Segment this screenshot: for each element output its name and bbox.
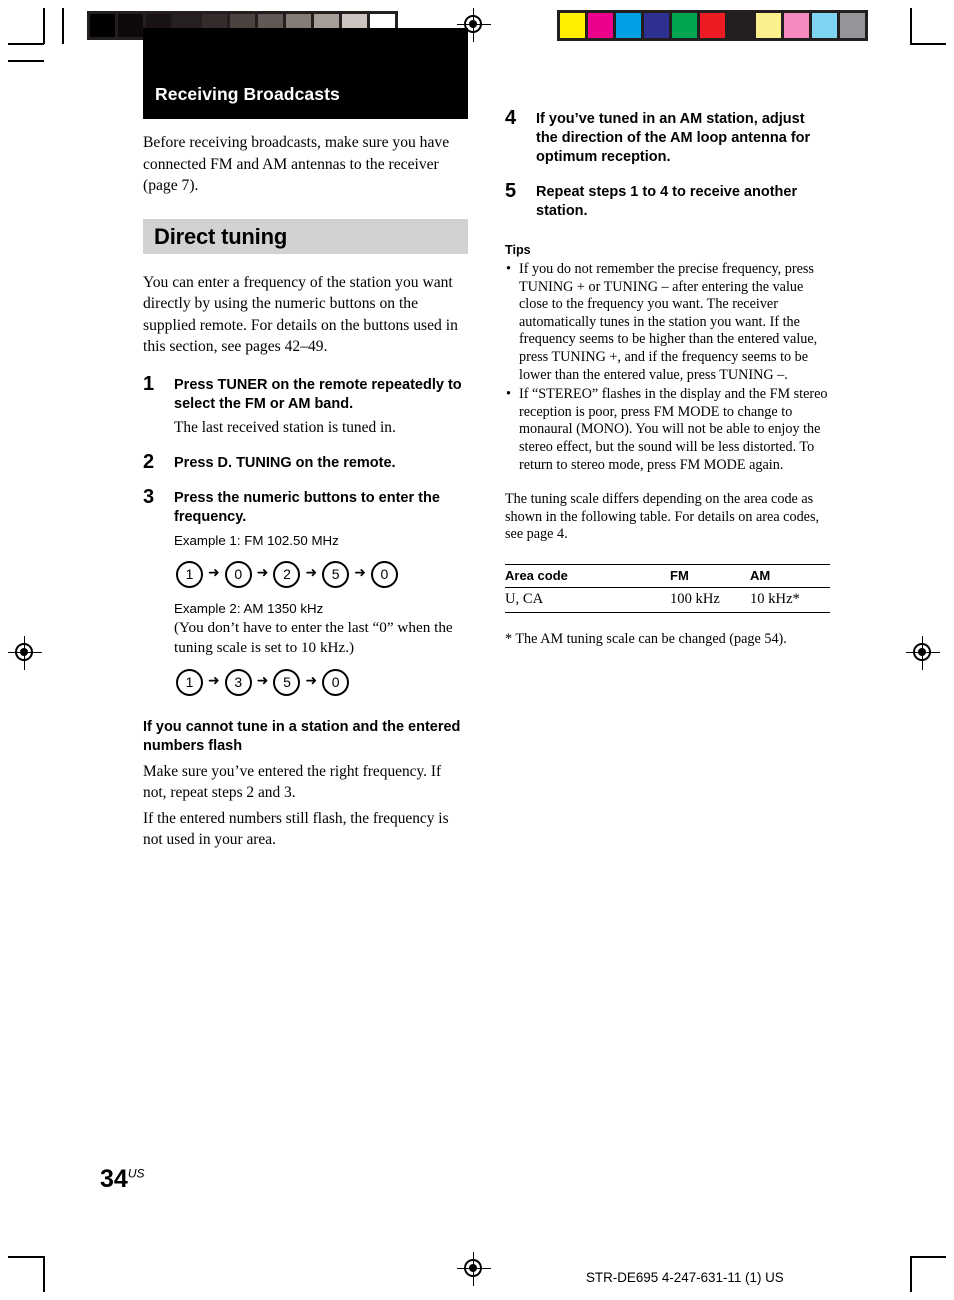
numeric-key-3: 3	[224, 668, 252, 696]
manual-page: Receiving Broadcasts Before receiving br…	[0, 0, 954, 1300]
step-5-number: 5	[505, 180, 517, 202]
step-4-number: 4	[505, 107, 517, 129]
tips-heading: Tips	[505, 243, 531, 257]
section-heading-direct-tuning: Direct tuning	[143, 218, 468, 254]
step-3-number: 3	[143, 485, 155, 508]
table-cell-am: 10 kHz*	[750, 587, 830, 613]
step-4-title: If you’ve tuned in an AM station, adjust…	[536, 111, 811, 165]
step-1: 1 Press TUNER on the remote repeatedly t…	[143, 372, 468, 438]
numeric-key-1: 1	[176, 668, 203, 696]
tip-item: If “STEREO” flashes in the display and t…	[505, 386, 830, 474]
numeric-key-2: 2	[273, 560, 301, 588]
arrow-icon: ➜	[305, 673, 318, 689]
table-header-row: Area code FM AM	[505, 563, 830, 588]
example-2-label: Example 2: AM 1350 kHz	[174, 600, 324, 616]
step-2-number: 2	[143, 450, 155, 473]
numeric-key-1: 1	[176, 560, 203, 588]
chapter-band	[143, 28, 468, 119]
arrow-icon: ➜	[354, 565, 366, 581]
table-cell-area-code: U, CA	[505, 587, 670, 613]
example-1-label: Example 1: FM 102.50 MHz	[174, 532, 339, 548]
step-1-note: The last received station is tuned in.	[174, 418, 396, 436]
step-1-title: Press TUNER on the remote repeatedly to …	[174, 376, 462, 412]
page-number: 34US	[100, 1165, 144, 1194]
example-1-key-sequence: 1 ➜ 0 ➜ 2 ➜ 5 ➜ 0	[176, 560, 468, 588]
example-2-key-sequence: 1 ➜ 3 ➜ 5 ➜ 0	[176, 668, 468, 696]
example-2-note: (You don’t have to enter the last “0” wh…	[174, 618, 453, 656]
arrow-icon: ➜	[208, 673, 220, 689]
step-2: 2 Press D. TUNING on the remote.	[143, 450, 468, 473]
section-intro-paragraph: You can enter a frequency of the station…	[143, 273, 458, 356]
troubleshooting-paragraph-1: Make sure you’ve entered the right frequ…	[143, 762, 442, 801]
arrow-icon: ➜	[256, 673, 269, 689]
numeric-key-5: 5	[273, 668, 301, 696]
table-header-am: AM	[750, 563, 830, 588]
model-footer: STR-DE695 4-247-631-11 (1) US	[586, 1270, 784, 1285]
page-number-suffix: US	[127, 1166, 145, 1181]
tips-list: If you do not remember the precise frequ…	[505, 261, 830, 474]
area-code-table: Area code FM AM U, CA 100 kHz 10 kHz*	[505, 563, 830, 613]
step-5: 5 Repeat steps 1 to 4 to receive another…	[505, 180, 830, 221]
table-header-fm: FM	[670, 563, 750, 588]
arrow-icon: ➜	[208, 565, 220, 581]
step-1-number: 1	[143, 372, 155, 395]
troubleshooting-heading: If you cannot tune in a station and the …	[143, 718, 461, 754]
right-column: 4 If you’ve tuned in an AM station, adju…	[505, 107, 830, 648]
left-column: Before receiving broadcasts, make sure y…	[143, 132, 468, 850]
numeric-key-5: 5	[322, 560, 350, 588]
arrow-icon: ➜	[305, 565, 318, 581]
step-3: 3 Press the numeric buttons to enter the…	[143, 485, 468, 696]
table-intro-paragraph: The tuning scale differs depending on th…	[505, 491, 820, 543]
table-header-area-code: Area code	[505, 563, 670, 588]
chapter-title: Receiving Broadcasts	[155, 84, 340, 104]
numeric-key-0: 0	[370, 560, 398, 588]
table-footnote: * The AM tuning scale can be changed (pa…	[505, 630, 787, 647]
step-2-title: Press D. TUNING on the remote.	[174, 454, 396, 471]
troubleshooting-paragraph-2: If the entered numbers still flash, the …	[143, 809, 449, 848]
intro-paragraph: Before receiving broadcasts, make sure y…	[143, 134, 450, 194]
step-3-title: Press the numeric buttons to enter the f…	[174, 489, 440, 525]
page-number-value: 34	[100, 1165, 128, 1193]
arrow-icon: ➜	[256, 565, 269, 581]
table-row: U, CA 100 kHz 10 kHz*	[505, 587, 830, 613]
step-4: 4 If you’ve tuned in an AM station, adju…	[505, 107, 830, 167]
numeric-key-0: 0	[322, 668, 350, 696]
numeric-key-0: 0	[224, 560, 252, 588]
tip-item: If you do not remember the precise frequ…	[505, 261, 830, 384]
step-5-title: Repeat steps 1 to 4 to receive another s…	[536, 184, 798, 219]
table-cell-fm: 100 kHz	[670, 587, 750, 613]
